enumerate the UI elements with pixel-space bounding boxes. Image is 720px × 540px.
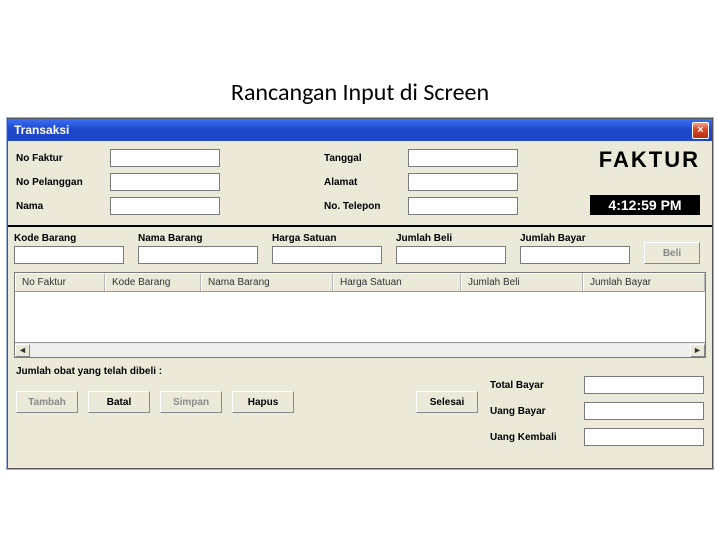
scroll-track[interactable] <box>30 344 690 357</box>
no-faktur-input[interactable] <box>110 149 220 167</box>
clock-display: 4:12:59 PM <box>590 195 700 215</box>
uang-bayar-input[interactable] <box>584 402 704 420</box>
uang-bayar-label: Uang Bayar <box>490 406 576 417</box>
transaction-window: Transaksi × No Faktur Tanggal No Pelangg… <box>7 118 713 469</box>
jumlah-beli-input[interactable] <box>396 246 506 264</box>
batal-button[interactable]: Batal <box>88 391 150 413</box>
harga-satuan-label: Harga Satuan <box>272 233 382 244</box>
harga-satuan-input[interactable] <box>272 246 382 264</box>
scroll-right-icon[interactable]: ► <box>690 344 705 357</box>
item-entry-row: Kode Barang Nama Barang Harga Satuan Jum… <box>8 227 712 270</box>
nama-input[interactable] <box>110 197 220 215</box>
kode-barang-label: Kode Barang <box>14 233 124 244</box>
alamat-input[interactable] <box>408 173 518 191</box>
total-bayar-input[interactable] <box>584 376 704 394</box>
simpan-button[interactable]: Simpan <box>160 391 222 413</box>
jumlah-bayar-input[interactable] <box>520 246 630 264</box>
selesai-button[interactable]: Selesai <box>416 391 478 413</box>
no-pelanggan-input[interactable] <box>110 173 220 191</box>
totals-panel: Total Bayar Uang Bayar Uang Kembali <box>490 376 704 446</box>
telepon-input[interactable] <box>408 197 518 215</box>
no-pelanggan-label: No Pelanggan <box>16 177 106 188</box>
grid-header-jumlah-bayar[interactable]: Jumlah Bayar <box>583 273 705 291</box>
grid-header-row: No Faktur Kode Barang Nama Barang Harga … <box>15 273 705 292</box>
nama-label: Nama <box>16 201 106 212</box>
nama-barang-label: Nama Barang <box>138 233 258 244</box>
beli-button[interactable]: Beli <box>644 242 700 264</box>
grid-header-harga-satuan[interactable]: Harga Satuan <box>333 273 461 291</box>
grid-header-jumlah-beli[interactable]: Jumlah Beli <box>461 273 583 291</box>
grid-header-no-faktur[interactable]: No Faktur <box>15 273 105 291</box>
uang-kembali-input[interactable] <box>584 428 704 446</box>
scroll-left-icon[interactable]: ◄ <box>15 344 30 357</box>
hapus-button[interactable]: Hapus <box>232 391 294 413</box>
horizontal-scrollbar[interactable]: ◄ ► <box>15 342 705 357</box>
nama-barang-input[interactable] <box>138 246 258 264</box>
no-faktur-label: No Faktur <box>16 153 106 164</box>
slide-title: Rancangan Input di Screen <box>0 78 720 107</box>
kode-barang-input[interactable] <box>14 246 124 264</box>
tanggal-input[interactable] <box>408 149 518 167</box>
tanggal-label: Tanggal <box>324 153 404 164</box>
jumlah-beli-label: Jumlah Beli <box>396 233 506 244</box>
faktur-heading: FAKTUR <box>599 147 700 173</box>
close-button[interactable]: × <box>692 122 709 139</box>
tambah-button[interactable]: Tambah <box>16 391 78 413</box>
jumlah-bayar-label: Jumlah Bayar <box>520 233 630 244</box>
total-bayar-label: Total Bayar <box>490 380 576 391</box>
window-title: Transaksi <box>14 123 692 137</box>
form-header-area: No Faktur Tanggal No Pelanggan Alamat Na… <box>8 141 712 227</box>
close-icon: × <box>697 125 703 136</box>
grid-header-nama-barang[interactable]: Nama Barang <box>201 273 333 291</box>
grid-header-kode-barang[interactable]: Kode Barang <box>105 273 201 291</box>
telepon-label: No. Telepon <box>324 201 404 212</box>
alamat-label: Alamat <box>324 177 404 188</box>
titlebar: Transaksi × <box>8 119 712 141</box>
summary-area: Jumlah obat yang telah dibeli : Tambah B… <box>8 358 712 468</box>
items-grid[interactable]: No Faktur Kode Barang Nama Barang Harga … <box>14 272 706 358</box>
uang-kembali-label: Uang Kembali <box>490 432 576 443</box>
